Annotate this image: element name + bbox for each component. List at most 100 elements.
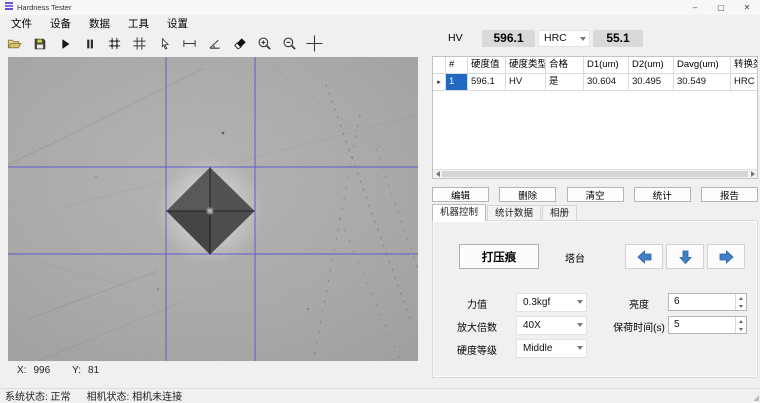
scrollbar-thumb[interactable] [442, 171, 748, 177]
menu-item-data[interactable]: 数据 [80, 16, 119, 31]
camera-viewport[interactable] [8, 57, 418, 361]
camera-status: 相机状态: 相机未连接 [86, 392, 183, 403]
coord-y-value: 81 [88, 365, 100, 376]
row-selector-marker[interactable]: ▸ [433, 74, 446, 91]
force-label: 力值 [467, 300, 487, 311]
resize-grip[interactable] [752, 394, 759, 401]
dwell-time-stepper[interactable]: 5 [668, 316, 747, 334]
coord-x-value: 996 [33, 365, 51, 376]
header-d1: D1(um) [584, 57, 629, 74]
tab-album[interactable]: 相册 [542, 205, 578, 221]
chevron-down-icon [577, 346, 583, 350]
clear-button[interactable]: 清空 [566, 187, 624, 202]
make-indent-button[interactable]: 打压痕 [459, 244, 539, 269]
header-pass: 合格 [546, 57, 584, 74]
spinner-buttons[interactable] [735, 317, 746, 333]
magnification-label: 放大倍数 [457, 323, 497, 334]
measure-length-icon[interactable] [177, 33, 202, 55]
pause-icon[interactable] [77, 33, 102, 55]
conversion-value-display: 55.1 [593, 30, 643, 47]
results-table: # 硬度值 硬度类型 合格 D1(um) D2(um) Davg(um) 转换类… [432, 56, 758, 179]
chevron-down-icon [577, 323, 583, 327]
brightness-stepper[interactable]: 6 [668, 293, 747, 311]
hv-label: HV [448, 32, 463, 44]
spin-down-icon[interactable] [736, 325, 746, 333]
zoom-out-icon[interactable] [277, 33, 302, 55]
magnification-select[interactable]: 40X [516, 316, 587, 335]
menu-item-file[interactable]: 文件 [2, 16, 41, 31]
play-icon[interactable] [52, 33, 77, 55]
open-icon[interactable] [2, 33, 27, 55]
menu-bar: 文件 设备 数据 工具 设置 [0, 15, 760, 31]
header-davg: Davg(um) [674, 57, 731, 74]
spinner-buttons[interactable] [735, 294, 746, 310]
delete-button[interactable]: 删除 [499, 187, 557, 202]
turret-left-button[interactable] [625, 244, 663, 269]
turret-right-button[interactable] [707, 244, 745, 269]
window-title: Hardness Tester [17, 3, 72, 12]
scroll-right-icon[interactable] [748, 170, 757, 178]
calibrate-icon[interactable] [102, 33, 127, 55]
dwell-time-value: 5 [674, 319, 680, 330]
cell-d1[interactable]: 30.604 [584, 74, 629, 91]
measure-angle-icon[interactable] [202, 33, 227, 55]
turret-label: 塔台 [565, 254, 585, 265]
app-icon [5, 2, 13, 13]
edit-button[interactable]: 编辑 [432, 187, 489, 202]
tab-bar: 机器控制 统计数据 相册 [432, 204, 758, 221]
cell-d2[interactable]: 30.495 [629, 74, 674, 91]
cell-index[interactable]: 1 [446, 74, 468, 91]
system-status: 系统状态: 正常 [5, 392, 71, 403]
table-header-row: # 硬度值 硬度类型 合格 D1(um) D2(um) Davg(um) 转换类… [433, 57, 757, 74]
cell-davg[interactable]: 30.549 [674, 74, 731, 91]
magnification-value: 40X [523, 320, 541, 331]
header-selector [433, 57, 446, 74]
menu-item-device[interactable]: 设备 [41, 16, 80, 31]
arrow-right-icon [719, 249, 734, 264]
hardness-level-select[interactable]: Middle [516, 339, 587, 358]
save-icon[interactable] [27, 33, 52, 55]
tab-machine-control[interactable]: 机器控制 [432, 204, 487, 221]
cell-pass[interactable]: 是 [546, 74, 584, 91]
camera-image [8, 57, 418, 361]
turret-down-button[interactable] [666, 244, 704, 269]
scroll-left-icon[interactable] [433, 170, 442, 178]
stats-button[interactable]: 统计 [633, 187, 691, 202]
dwell-time-label: 保荷时间(s) [613, 323, 665, 334]
action-button-row: 编辑 删除 清空 统计 报告 [432, 187, 758, 202]
cell-conversion-type[interactable]: HRC [731, 74, 757, 91]
header-hardness-value: 硬度值 [468, 57, 506, 74]
grid-icon[interactable] [127, 33, 152, 55]
spin-down-icon[interactable] [736, 302, 746, 310]
spin-up-icon[interactable] [736, 317, 746, 325]
cell-hardness-value[interactable]: 596.1 [468, 74, 506, 91]
chevron-down-icon [577, 300, 583, 304]
table-horizontal-scrollbar[interactable] [433, 169, 757, 178]
arrow-down-icon [678, 250, 692, 264]
menu-item-settings[interactable]: 设置 [158, 16, 197, 31]
table-row[interactable]: ▸ 1 596.1 HV 是 30.604 30.495 30.549 HRC [433, 74, 757, 91]
hardness-level-label: 硬度等级 [457, 346, 497, 357]
brightness-value: 6 [674, 296, 680, 307]
crosshair-icon[interactable] [302, 33, 327, 55]
cursor-coordinates: X: 996 Y: 81 [17, 365, 121, 376]
cursor-icon[interactable] [152, 33, 177, 55]
spin-up-icon[interactable] [736, 294, 746, 302]
header-index: # [446, 57, 468, 74]
close-button[interactable]: ✕ [734, 0, 760, 15]
cell-hardness-type[interactable]: HV [506, 74, 546, 91]
hv-value-display: 596.1 [482, 30, 535, 47]
report-button[interactable]: 报告 [701, 187, 758, 202]
force-select[interactable]: 0.3kgf [516, 293, 587, 312]
maximize-button[interactable]: ▢ [708, 0, 734, 15]
machine-control-panel: 打压痕 塔台 力值 0.3kgf 亮度 6 放大倍数 40X 保荷时间(s) 5… [432, 220, 758, 378]
arrow-left-icon [636, 249, 651, 264]
minimize-button[interactable]: – [682, 0, 708, 15]
menu-item-tools[interactable]: 工具 [119, 16, 158, 31]
coord-y-label: Y: [72, 365, 82, 376]
zoom-in-icon[interactable] [252, 33, 277, 55]
tab-statistics[interactable]: 统计数据 [487, 205, 542, 221]
conversion-unit-select[interactable]: HRC [538, 30, 590, 47]
header-conversion-type: 转换类型 [731, 57, 757, 74]
eraser-icon[interactable] [227, 33, 252, 55]
